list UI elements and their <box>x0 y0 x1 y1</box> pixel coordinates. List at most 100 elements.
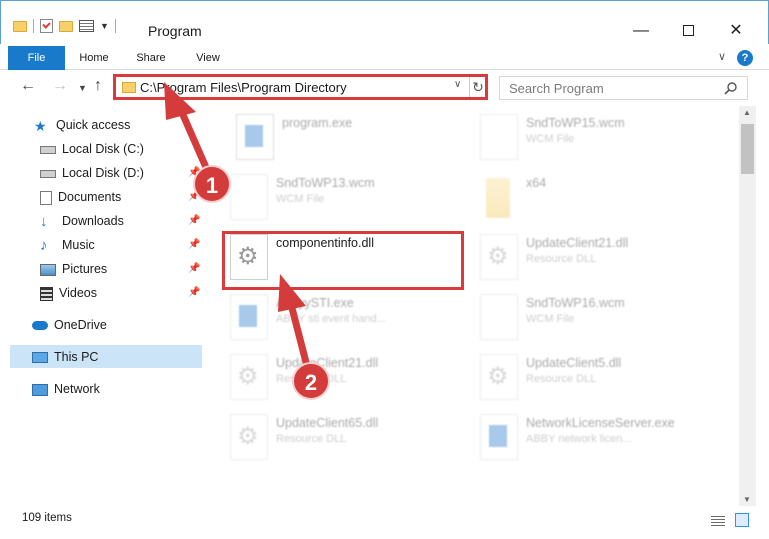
sidebar-item-local-disk-d[interactable]: Local Disk (D:) 📌 <box>40 162 200 184</box>
status-bar: 109 items <box>0 506 769 539</box>
exe-icon <box>236 114 274 160</box>
sidebar-item-music[interactable]: ♪ Music 📌 <box>40 234 200 256</box>
tab-share[interactable]: Share <box>126 46 176 70</box>
file-name: x64 <box>526 176 547 190</box>
new-folder-icon[interactable] <box>59 20 73 32</box>
scroll-up-arrow-icon[interactable]: ▲ <box>743 108 751 117</box>
file-type: Resource DLL <box>276 433 347 445</box>
step-badge-2: 2 <box>292 362 330 400</box>
sidebar-item-label: Pictures <box>62 262 108 276</box>
large-icons-view-icon[interactable] <box>735 513 749 527</box>
scroll-down-arrow-icon[interactable]: ▼ <box>743 495 751 504</box>
sidebar-item-label: Quick access <box>56 118 131 132</box>
scroll-thumb[interactable] <box>741 124 754 174</box>
sidebar-item-onedrive[interactable]: OneDrive <box>32 314 107 336</box>
sidebar-item-label: Music <box>62 238 95 252</box>
refresh-icon[interactable]: ↻ <box>469 77 486 97</box>
list-item[interactable]: SndToWP15.wcm WCM File <box>480 114 720 170</box>
address-dropdown-chevron-icon[interactable]: ∨ <box>454 79 461 90</box>
folder-icon <box>122 82 136 93</box>
sidebar-item-downloads[interactable]: ↓ Downloads 📌 <box>40 210 200 232</box>
sidebar-item-videos[interactable]: Videos 📌 <box>40 282 200 304</box>
exe-icon <box>230 294 268 340</box>
expand-ribbon-chevron-icon[interactable]: ∨ <box>718 50 726 63</box>
computer-icon <box>32 352 48 364</box>
pin-icon[interactable]: 📌 <box>188 210 200 232</box>
sidebar-item-this-pc[interactable]: This PC <box>32 346 98 368</box>
step-badge-1: 1 <box>193 165 231 203</box>
list-item[interactable]: UpdateClient21.dll Resource DLL <box>230 354 470 410</box>
network-icon <box>32 383 48 396</box>
list-item[interactable]: SndToWP16.wcm WCM File <box>480 294 720 350</box>
item-count: 109 items <box>22 512 72 524</box>
vertical-scrollbar[interactable]: ▲ ▼ <box>739 106 756 506</box>
recent-locations-chevron-icon[interactable]: ▼ <box>78 83 87 93</box>
pin-icon[interactable]: 📌 <box>188 282 200 304</box>
onedrive-icon <box>32 321 48 331</box>
list-item[interactable]: UpdateClient21.dll Resource DLL <box>480 234 720 290</box>
sidebar-item-label: Videos <box>59 286 97 300</box>
view-list-icon[interactable] <box>79 20 94 32</box>
file-name: SndToWP15.wcm <box>526 116 625 130</box>
star-icon: ★ <box>34 117 47 134</box>
file-name: AbbyySTI.exe <box>276 296 354 310</box>
pictures-icon <box>40 263 56 276</box>
pin-icon[interactable]: 📌 <box>188 258 200 280</box>
up-arrow-icon[interactable]: ↑ <box>94 77 102 95</box>
search-input[interactable]: Search Program <box>499 76 748 100</box>
sidebar-item-local-disk-c[interactable]: Local Disk (C:) <box>40 138 144 160</box>
file-type: WCM File <box>526 133 575 145</box>
address-bar[interactable]: C:\Program Files\Program Directory ∨ ↻ <box>113 74 488 100</box>
dll-gear-icon <box>480 234 518 280</box>
ribbon-tabs: File Home Share View ∨ ? <box>0 46 769 70</box>
maximize-icon <box>682 25 694 37</box>
details-view-icon[interactable] <box>711 514 725 526</box>
minimize-button[interactable]: — <box>618 17 664 45</box>
file-type: WCM File <box>526 313 575 325</box>
file-name: UpdateClient65.dll <box>276 416 379 430</box>
sidebar-item-label: Downloads <box>62 214 124 228</box>
sidebar-item-label: This PC <box>54 350 99 364</box>
tab-view[interactable]: View <box>184 46 232 70</box>
file-name: SndToWP16.wcm <box>526 296 625 310</box>
tab-home[interactable]: Home <box>70 46 118 70</box>
forward-arrow-icon[interactable]: → <box>52 77 68 95</box>
sidebar-item-label: Local Disk (C:) <box>62 142 144 156</box>
help-icon[interactable]: ? <box>737 50 753 66</box>
list-item[interactable]: UpdateClient5.dll Resource DLL <box>480 354 720 410</box>
list-item[interactable]: AbbyySTI.exe ABBY sti event hand... <box>230 294 470 350</box>
sidebar-item-quick-access[interactable]: ★ Quick access <box>34 114 130 136</box>
file-icon <box>230 174 268 220</box>
list-item[interactable]: UpdateClient65.dll Resource DLL <box>230 414 470 470</box>
drive-icon <box>40 145 56 154</box>
file-name: SndToWP13.wcm <box>276 176 375 190</box>
dll-gear-icon <box>480 354 518 400</box>
sidebar-item-pictures[interactable]: Pictures 📌 <box>40 258 200 280</box>
sidebar-item-network[interactable]: Network <box>32 378 100 400</box>
sidebar-item-documents[interactable]: Documents 📌 <box>40 186 200 208</box>
list-item[interactable]: NetworkLicenseServer.exe ABBY network li… <box>480 414 720 470</box>
pin-icon[interactable]: 📌 <box>188 234 200 256</box>
folder-icon[interactable] <box>13 20 27 32</box>
file-icon <box>480 294 518 340</box>
window-title: Program <box>148 23 202 39</box>
file-icon <box>480 114 518 160</box>
download-icon: ↓ <box>40 212 48 230</box>
address-path[interactable]: C:\Program Files\Program Directory <box>140 80 347 95</box>
sidebar-item-label: Network <box>54 382 100 396</box>
back-arrow-icon[interactable]: ← <box>20 77 36 95</box>
list-item[interactable]: x64 <box>480 174 720 230</box>
search-icon <box>724 82 737 95</box>
file-type: Resource DLL <box>526 373 597 385</box>
properties-icon[interactable] <box>40 19 53 33</box>
close-button[interactable]: ✕ <box>713 17 759 45</box>
search-placeholder: Search Program <box>509 81 604 96</box>
file-name: UpdateClient21.dll <box>276 356 379 370</box>
list-item[interactable]: SndToWP13.wcm WCM File <box>230 174 470 230</box>
customize-toolbar-chevron-icon[interactable]: ▼ <box>100 21 109 31</box>
maximize-button[interactable] <box>665 17 711 45</box>
title-bar: ▼ Program — ✕ <box>0 0 769 44</box>
file-name: UpdateClient5.dll <box>526 356 622 370</box>
list-item[interactable]: program.exe <box>236 114 476 170</box>
tab-file[interactable]: File <box>8 46 65 70</box>
